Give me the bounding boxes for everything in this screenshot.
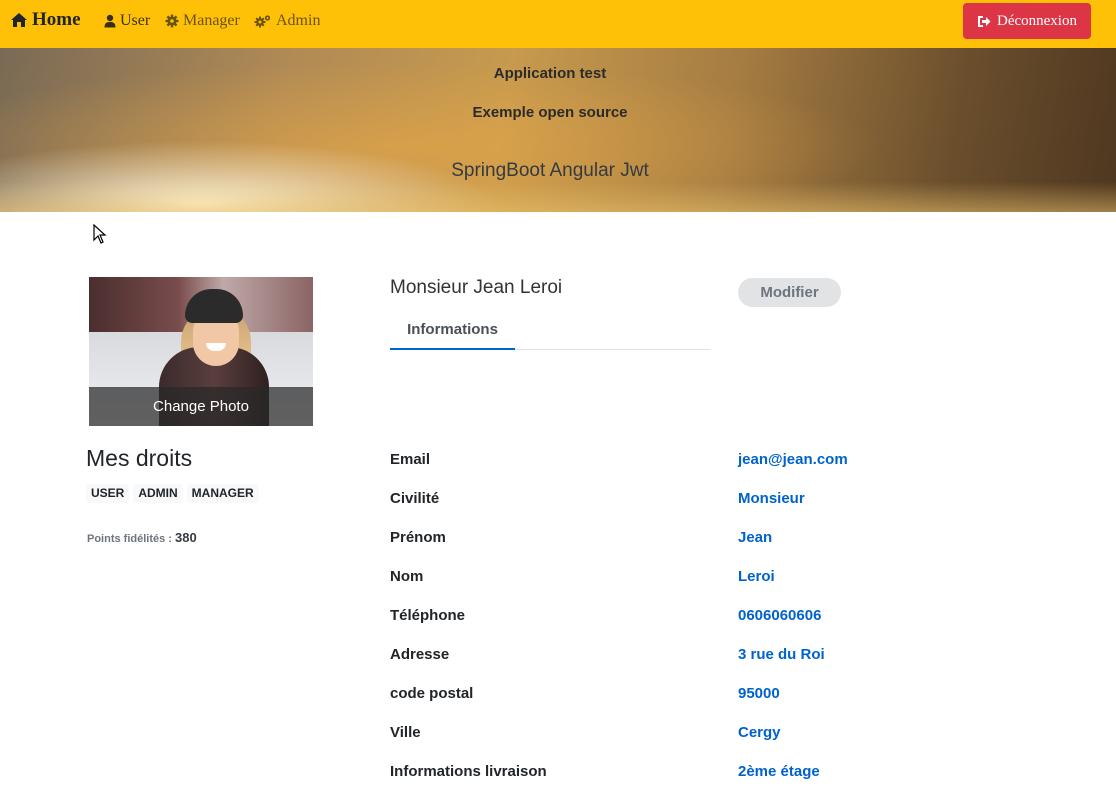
banner-tagline: SpringBoot Angular Jwt xyxy=(451,160,649,181)
info-label: Ville xyxy=(390,724,421,741)
home-icon xyxy=(11,13,27,27)
logout-button[interactable]: Déconnexion xyxy=(963,3,1091,39)
info-value: Jean xyxy=(738,529,773,546)
profile-tabs: Informations xyxy=(390,310,710,350)
loyalty-points: Points fidélités : 380 xyxy=(87,530,197,545)
nav-admin-link[interactable]: Admin xyxy=(254,10,320,32)
info-value: jean@jean.com xyxy=(738,451,848,468)
info-row-prenom: Prénom Jean xyxy=(390,529,950,551)
loyalty-points-value: 380 xyxy=(175,530,197,545)
info-row-email: Email jean@jean.com xyxy=(390,451,950,473)
info-value: 2ème étage xyxy=(738,763,820,780)
info-value: 0606060606 xyxy=(738,607,822,624)
rights-badges: USER ADMIN MANAGER xyxy=(86,484,259,503)
profile-name: Monsieur Jean Leroi xyxy=(390,277,563,298)
info-label: Nom xyxy=(390,568,424,585)
gear-icon xyxy=(165,14,179,28)
info-value: 95000 xyxy=(738,685,780,702)
nav-home-link[interactable]: Home xyxy=(10,9,81,31)
role-badge-manager: MANAGER xyxy=(186,484,259,503)
info-value: Leroi xyxy=(738,568,775,585)
sign-out-icon xyxy=(978,15,991,27)
info-label: Informations livraison xyxy=(390,763,547,780)
banner-subtitle: Exemple open source xyxy=(472,104,628,121)
nav-manager-label: Manager xyxy=(183,12,240,29)
info-row-ville: Ville Cergy xyxy=(390,724,950,746)
info-label: Prénom xyxy=(390,529,446,546)
info-label: code postal xyxy=(390,685,474,702)
loyalty-points-label: Points fidélités : xyxy=(87,533,172,545)
nav-admin-label: Admin xyxy=(276,12,321,29)
top-navbar: Home User Manager Admin Déconnexion xyxy=(0,0,1116,48)
info-row-adresse: Adresse 3 rue du Roi xyxy=(390,646,950,668)
info-row-livraison: Informations livraison 2ème étage xyxy=(390,763,950,785)
profile-photo[interactable]: Change Photo xyxy=(89,277,313,426)
banner-title: Application test xyxy=(493,65,607,82)
info-value: Monsieur xyxy=(738,490,805,507)
gears-icon xyxy=(254,15,271,28)
rights-title: Mes droits xyxy=(86,445,193,471)
info-value: Cergy xyxy=(738,724,781,741)
modify-button[interactable]: Modifier xyxy=(738,278,841,307)
hero-banner: Application test Exemple open source Spr… xyxy=(0,48,1116,212)
info-row-code-postal: code postal 95000 xyxy=(390,685,950,707)
role-badge-user: USER xyxy=(86,484,130,503)
nav-home-label: Home xyxy=(32,9,81,30)
nav-user-label: User xyxy=(120,12,151,29)
tab-informations[interactable]: Informations xyxy=(390,310,515,350)
info-row-telephone: Téléphone 0606060606 xyxy=(390,607,950,629)
logout-label: Déconnexion xyxy=(997,12,1077,29)
nav-manager-link[interactable]: Manager xyxy=(165,10,240,32)
info-row-nom: Nom Leroi xyxy=(390,568,950,590)
role-badge-admin: ADMIN xyxy=(133,484,183,503)
info-label: Civilité xyxy=(390,490,440,507)
user-icon xyxy=(104,14,116,28)
info-value: 3 rue du Roi xyxy=(738,646,825,663)
info-label: Téléphone xyxy=(390,607,466,624)
nav-user-link[interactable]: User xyxy=(104,10,150,32)
info-label: Email xyxy=(390,451,431,468)
info-row-civilite: Civilité Monsieur xyxy=(390,490,950,512)
mouse-cursor-icon xyxy=(93,224,107,244)
info-label: Adresse xyxy=(390,646,450,663)
change-photo-button[interactable]: Change Photo xyxy=(89,387,313,426)
